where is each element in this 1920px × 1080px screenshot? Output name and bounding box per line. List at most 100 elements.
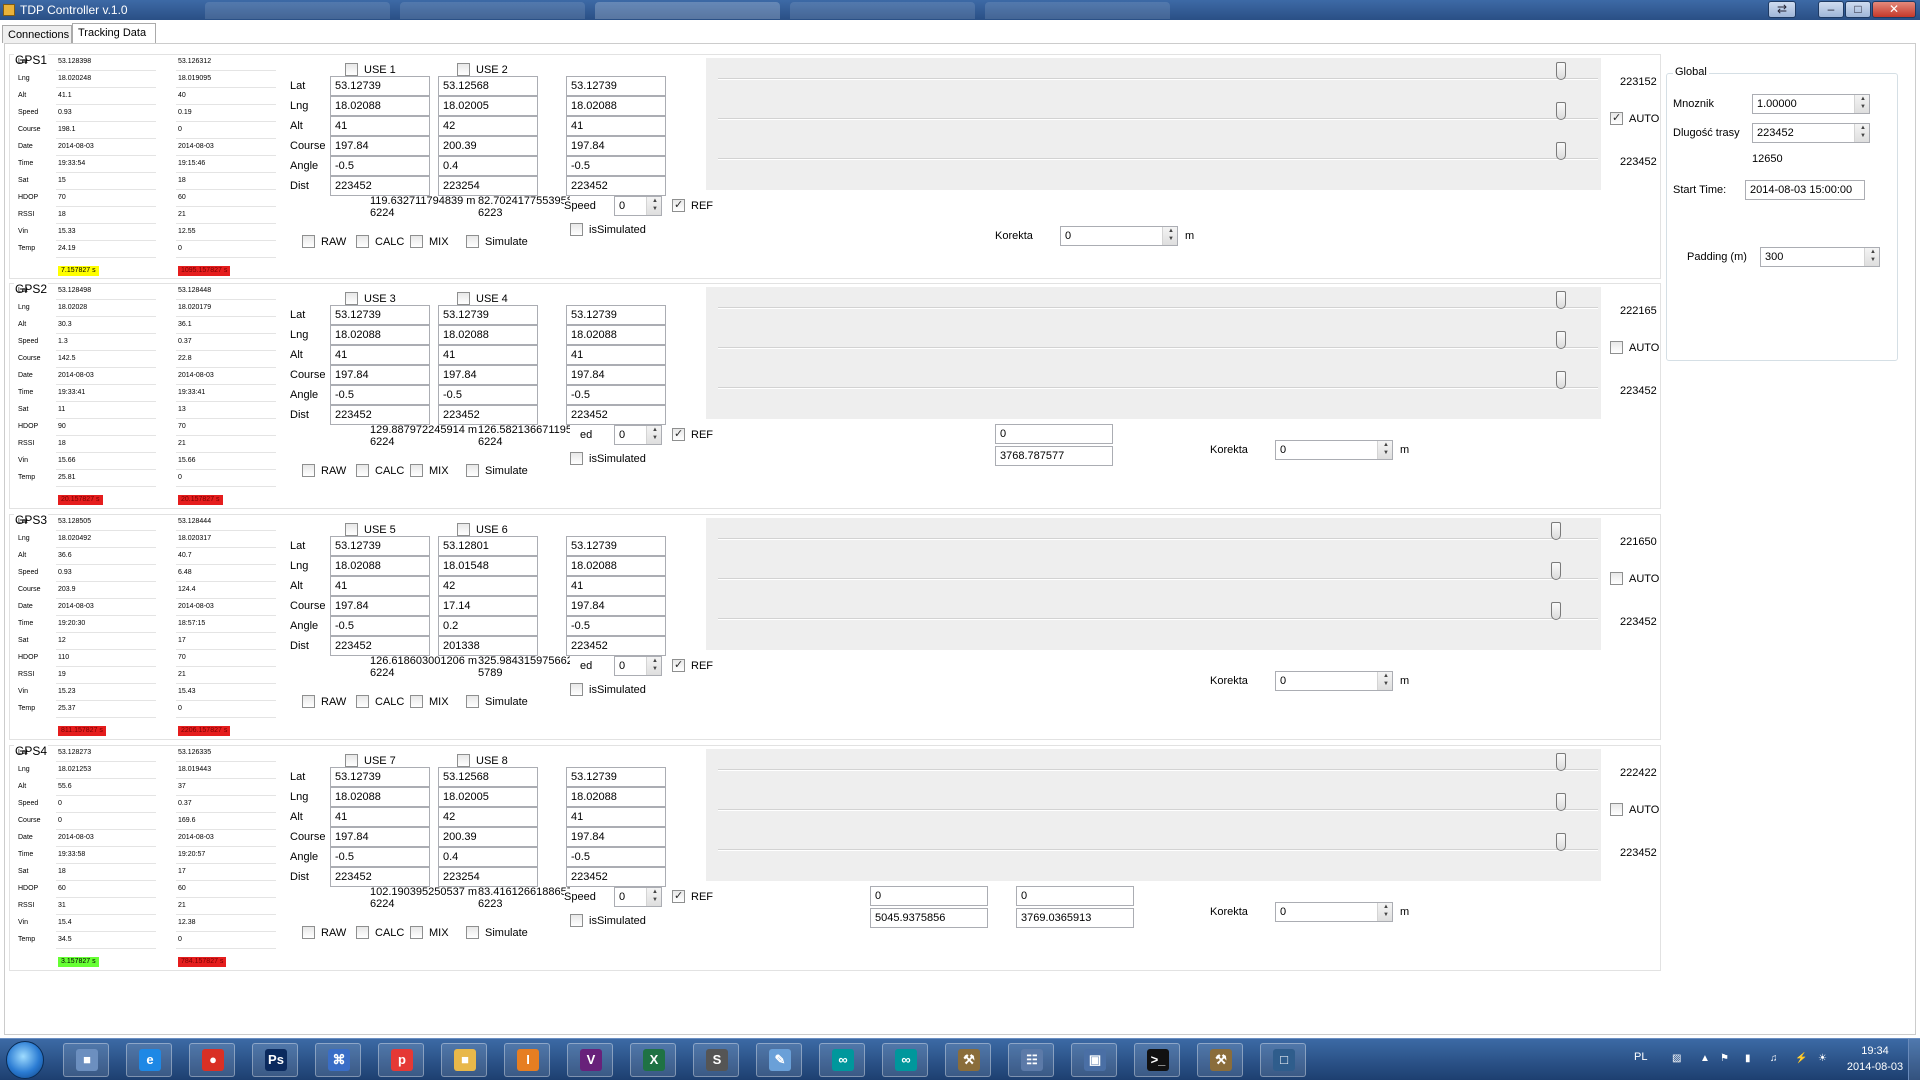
- trackbar-thumb[interactable]: [1556, 62, 1566, 80]
- checkbox-box[interactable]: [466, 235, 479, 248]
- value-field[interactable]: 18.02005: [438, 787, 538, 807]
- checkbox-box[interactable]: [302, 235, 315, 248]
- spin-down-icon[interactable]: ▼: [652, 897, 658, 903]
- extra-top-field[interactable]: 0: [995, 424, 1113, 444]
- value-field[interactable]: -0.5: [566, 156, 666, 176]
- taskbar-app-network[interactable]: ⌘: [315, 1043, 361, 1077]
- checkbox-box[interactable]: [570, 452, 583, 465]
- value-field[interactable]: 18.01548: [438, 556, 538, 576]
- taskbar-app-app[interactable]: □: [1260, 1043, 1306, 1077]
- calc-checkbox[interactable]: CALC: [356, 235, 404, 248]
- checkbox-box[interactable]: [345, 63, 358, 76]
- spin-down-icon[interactable]: ▼: [1860, 133, 1866, 139]
- extra-bottom-field[interactable]: 3769.0365913: [1016, 908, 1134, 928]
- korekta-spinner[interactable]: 0 ▲ ▼: [1275, 440, 1393, 460]
- spin-up-icon[interactable]: ▲: [1168, 228, 1174, 234]
- spin-up-icon[interactable]: ▲: [1860, 96, 1866, 102]
- value-field[interactable]: 197.84: [566, 596, 666, 616]
- extra-bottom-field[interactable]: 5045.9375856: [870, 908, 988, 928]
- taskbar-app-photoshop[interactable]: Ps: [252, 1043, 298, 1077]
- speed-spinner[interactable]: 0 ▲ ▼: [614, 196, 662, 216]
- value-field[interactable]: 223452: [330, 636, 430, 656]
- value-field[interactable]: 18.02005: [438, 96, 538, 116]
- value-field[interactable]: 223254: [438, 867, 538, 887]
- trackbar-thumb[interactable]: [1556, 793, 1566, 811]
- checkbox-box[interactable]: [570, 223, 583, 236]
- value-field[interactable]: 41: [566, 116, 666, 136]
- checkbox-box[interactable]: [302, 926, 315, 939]
- value-field[interactable]: 0.2: [438, 616, 538, 636]
- checkbox-box[interactable]: [1610, 803, 1623, 816]
- volume-icon[interactable]: ♫: [1770, 1053, 1782, 1065]
- value-field[interactable]: 18.02088: [330, 556, 430, 576]
- korekta-spinner[interactable]: 0 ▲ ▼: [1060, 226, 1178, 246]
- taskbar-app-ie[interactable]: e: [126, 1043, 172, 1077]
- network-icon[interactable]: ▮: [1745, 1053, 1757, 1065]
- taskbar-app-settings[interactable]: ⚒: [1197, 1043, 1243, 1077]
- value-field[interactable]: 200.39: [438, 827, 538, 847]
- maximize-button[interactable]: □: [1845, 1, 1871, 18]
- korekta-spinner[interactable]: 0 ▲ ▼: [1275, 671, 1393, 691]
- value-field[interactable]: 18.02088: [330, 96, 430, 116]
- switch-window-button[interactable]: ⇄: [1768, 1, 1796, 18]
- trackbar-thumb[interactable]: [1551, 602, 1561, 620]
- value-field[interactable]: 53.12739: [330, 305, 430, 325]
- value-field[interactable]: 223452: [566, 867, 666, 887]
- checkbox-box[interactable]: [672, 658, 685, 672]
- value-field[interactable]: 223452: [566, 405, 666, 425]
- value-field[interactable]: 53.12568: [438, 767, 538, 787]
- mix-checkbox[interactable]: MIX: [410, 235, 449, 248]
- raw-checkbox[interactable]: RAW: [302, 926, 346, 939]
- show-hidden-icons-icon[interactable]: ▲: [1700, 1053, 1712, 1065]
- clock-date[interactable]: 2014-08-03: [1840, 1061, 1910, 1073]
- taskbar-app-visual-studio[interactable]: V: [567, 1043, 613, 1077]
- clock-time[interactable]: 19:34: [1840, 1045, 1910, 1057]
- value-field[interactable]: 53.12739: [566, 536, 666, 556]
- spin-down-icon[interactable]: ▼: [1168, 236, 1174, 242]
- power-icon[interactable]: ⚡: [1795, 1053, 1807, 1065]
- checkbox-box[interactable]: [410, 695, 423, 708]
- value-field[interactable]: 197.84: [438, 365, 538, 385]
- taskbar-app-folder[interactable]: ■: [441, 1043, 487, 1077]
- value-field[interactable]: 53.12739: [330, 536, 430, 556]
- checkbox-box[interactable]: [356, 464, 369, 477]
- spin-down-icon[interactable]: ▼: [1383, 912, 1389, 918]
- value-field[interactable]: 42: [438, 116, 538, 136]
- checkbox-box[interactable]: [466, 464, 479, 477]
- value-field[interactable]: -0.5: [330, 847, 430, 867]
- close-button[interactable]: ✕: [1872, 1, 1916, 18]
- value-field[interactable]: 41: [330, 116, 430, 136]
- value-field[interactable]: 18.02088: [330, 325, 430, 345]
- value-field[interactable]: 197.84: [330, 596, 430, 616]
- spin-up-icon[interactable]: ▲: [652, 427, 658, 433]
- taskbar-app-pinnacle[interactable]: p: [378, 1043, 424, 1077]
- mix-checkbox[interactable]: MIX: [410, 695, 449, 708]
- use-checkbox[interactable]: USE 2: [457, 63, 508, 76]
- value-field[interactable]: -0.5: [330, 385, 430, 405]
- taskbar-app-cmd[interactable]: >_: [1134, 1043, 1180, 1077]
- speed-spinner[interactable]: 0 ▲ ▼: [614, 887, 662, 907]
- value-field[interactable]: 223452: [566, 176, 666, 196]
- use-checkbox[interactable]: USE 3: [345, 292, 396, 305]
- taskbar-app-tarsia[interactable]: I: [504, 1043, 550, 1077]
- taskbar-app-arduino2[interactable]: ∞: [882, 1043, 928, 1077]
- spin-down-icon[interactable]: ▼: [1383, 681, 1389, 687]
- checkbox-box[interactable]: [356, 695, 369, 708]
- speed-spinner[interactable]: 0 ▲ ▼: [614, 656, 662, 676]
- spin-up-icon[interactable]: ▲: [652, 889, 658, 895]
- raw-checkbox[interactable]: RAW: [302, 695, 346, 708]
- spin-up-icon[interactable]: ▲: [1383, 673, 1389, 679]
- is-simulated-checkbox[interactable]: isSimulated: [570, 914, 646, 927]
- value-field[interactable]: 41: [566, 807, 666, 827]
- checkbox-box[interactable]: [302, 464, 315, 477]
- speed-spinner[interactable]: 0 ▲ ▼: [614, 425, 662, 445]
- value-field[interactable]: 53.12739: [330, 76, 430, 96]
- raw-checkbox[interactable]: RAW: [302, 235, 346, 248]
- spin-up-icon[interactable]: ▲: [1860, 125, 1866, 131]
- taskbar-app-calc[interactable]: ☷: [1008, 1043, 1054, 1077]
- ref-checkbox[interactable]: REF: [672, 889, 713, 903]
- value-field[interactable]: 53.12801: [438, 536, 538, 556]
- value-field[interactable]: -0.5: [566, 847, 666, 867]
- value-field[interactable]: 18.02088: [566, 556, 666, 576]
- simulate-checkbox[interactable]: Simulate: [466, 235, 528, 248]
